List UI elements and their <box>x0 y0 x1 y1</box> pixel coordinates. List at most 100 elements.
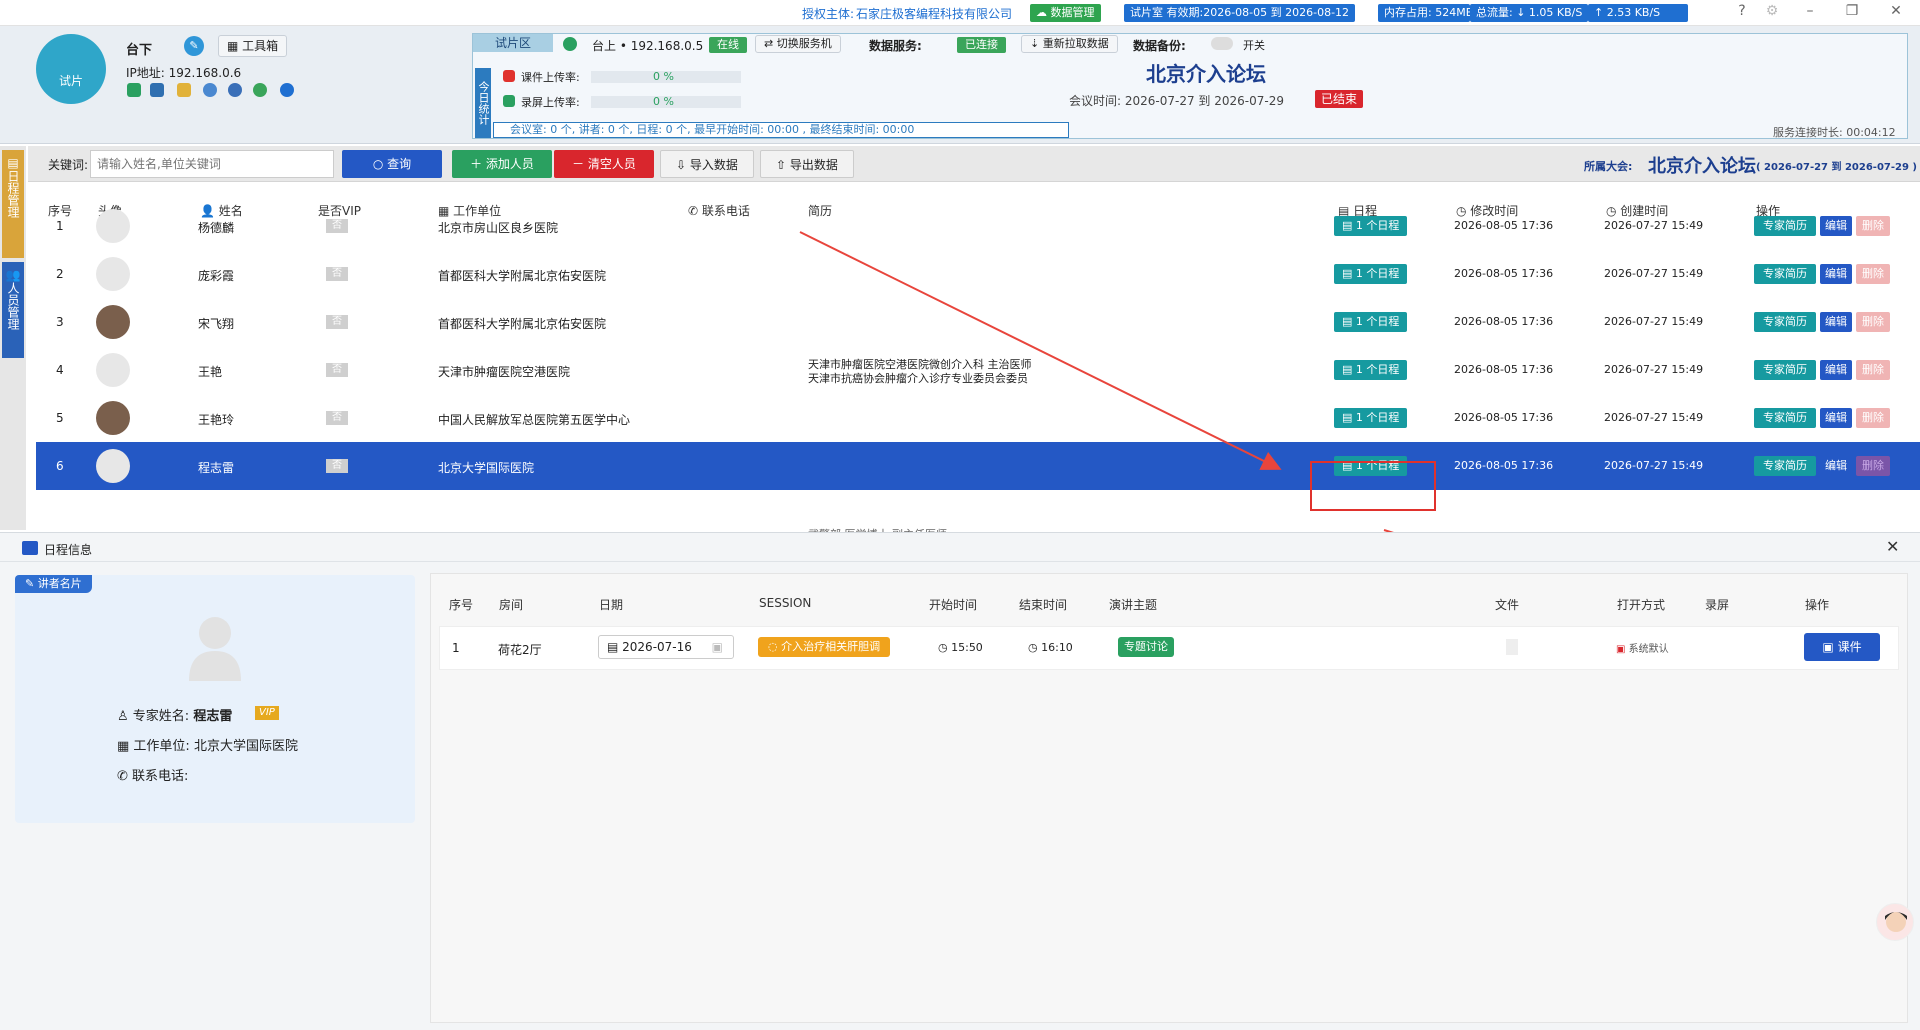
gear-icon[interactable]: ⚙ <box>1758 3 1786 19</box>
row-modified: 2026-08-05 17:36 <box>1454 219 1554 232</box>
edit-button[interactable]: 编辑 <box>1820 264 1852 284</box>
table-row[interactable]: 6 程志雷否北京大学国际医院 ▤ 1 个日程 2026-08-05 17:36 2026… <box>36 442 1920 490</box>
edit-button[interactable]: 编辑 <box>1820 216 1852 236</box>
row-no: 2 <box>56 267 64 281</box>
row-name: 程志雷 <box>198 461 235 475</box>
users-icon: 👥 <box>5 268 21 282</box>
edit-button[interactable]: 编辑 <box>1820 312 1852 332</box>
resume-button[interactable]: 专家简历 <box>1754 408 1816 428</box>
schedule-button[interactable]: ▤ 1 个日程 <box>1334 216 1408 236</box>
delete-button[interactable]: 删除 <box>1856 408 1890 428</box>
expert-name-row: ♙ 专家姓名: 程志雷 <box>117 705 232 724</box>
sidebar-tab-schedule[interactable]: ▤ 日程管理 <box>2 150 24 258</box>
sched-start: ◷ 15:50 <box>938 641 983 654</box>
minimize-icon[interactable]: – <box>1796 3 1824 19</box>
schedule-button[interactable]: ▤ 1 个日程 <box>1334 312 1408 332</box>
wechat-icon[interactable] <box>253 83 267 97</box>
search-icon[interactable] <box>280 83 294 97</box>
sched-date-field[interactable]: ▤ 2026-07-16 ▣ <box>598 635 734 659</box>
table-row[interactable]: 1 杨德麟 否 北京市房山区良乡医院 ▤ 1 个日程 2026-08-05 17:36 20… <box>36 202 1920 250</box>
delete-button[interactable]: 删除 <box>1856 216 1890 236</box>
refetch-button[interactable]: ⇣ 重新拉取数据 <box>1021 35 1118 53</box>
schedule-button-label: 1 个日程 <box>1355 219 1400 232</box>
row-no: 6 <box>56 459 64 473</box>
row-resume-line2: 天津市抗癌协会肿瘤介入诊疗专业委员会委员 <box>808 372 1028 385</box>
license-label: 授权主体: <box>802 7 855 21</box>
edit-icon[interactable]: ✎ <box>184 36 204 56</box>
record-icon <box>503 95 515 107</box>
chat-icon: ◌ <box>768 640 782 653</box>
assistant-face-icon <box>1885 912 1907 932</box>
monitor-icon[interactable] <box>150 83 164 97</box>
delete-button[interactable]: 删除 <box>1856 360 1890 380</box>
resume-button[interactable]: 专家简历 <box>1754 312 1816 332</box>
close-window-icon[interactable]: ✕ <box>1882 3 1910 19</box>
resume-button[interactable]: 专家简历 <box>1754 456 1816 476</box>
add-person-button[interactable]: ＋ 添加人员 <box>452 150 552 178</box>
help-icon[interactable]: ? <box>1728 3 1756 19</box>
schedule-button[interactable]: ▤ 1 个日程 <box>1334 360 1408 380</box>
row-no: 4 <box>56 363 64 377</box>
unit-row: ▦ 工作单位: 北京大学国际医院 <box>117 735 298 754</box>
table-row[interactable]: 3 宋飞翔 否 首都医科大学附属北京佑安医院 ▤ 1 个日程 2026-08-05 17:… <box>36 298 1920 346</box>
delete-button[interactable]: 删除 <box>1856 312 1890 332</box>
edit-button[interactable]: 编辑 <box>1820 456 1852 476</box>
course-button[interactable]: ▣ 课件 <box>1804 633 1880 661</box>
course-icon <box>503 70 515 82</box>
pin-icon: ✎ <box>25 577 38 590</box>
schedule-table: 序号 房间 日期 SESSION 开始时间 结束时间 演讲主题 文件 打开方式 … <box>430 573 1908 1023</box>
network-icon[interactable] <box>228 83 242 97</box>
search-button[interactable]: ○ 查询 <box>342 150 442 178</box>
assistant-avatar[interactable] <box>1876 903 1914 941</box>
table-row[interactable]: 4 王艳否天津市肿瘤医院空港医院 天津市肿瘤医院空港医院微创介入科 主治医师 天津市抗… <box>36 346 1920 394</box>
row-unit: 首都医科大学附属北京佑安医院 <box>438 269 607 283</box>
date-picker-icon[interactable]: ▣ <box>712 640 723 654</box>
sidebar-tab-people[interactable]: 👥 人员管理 <box>2 262 24 358</box>
edit-button[interactable]: 编辑 <box>1820 360 1852 380</box>
clock-icon: ◷ <box>1028 641 1042 654</box>
conference-label: 所属大会: <box>1584 160 1633 173</box>
device-avatar: 试片 <box>36 34 106 104</box>
schedule-panel: 日程信息 ✕ ✎ 讲者名片 ♙ 专家姓名: 程志雷 VIP ▦ 工作单位: 北京… <box>0 532 1920 1030</box>
data-management-button[interactable]: ☁ 数据管理 <box>1030 4 1101 22</box>
row-name: 王艳玲 <box>198 413 235 427</box>
import-button[interactable]: ⇩ 导入数据 <box>660 150 754 178</box>
highlight-schedule-box <box>1310 461 1436 511</box>
conference-title: 北京介入论坛 <box>1146 62 1266 86</box>
toolbox-button[interactable]: ▦ 工具箱 <box>218 35 288 57</box>
delete-button[interactable]: 删除 <box>1856 456 1890 476</box>
people-table: 序号 头像 👤 姓名 是否VIP ▦ 工作单位 ✆ 联系电话 简历 ▤ 日程 ◷… <box>36 186 1920 532</box>
row-created: 2026-07-27 15:49 <box>1604 315 1704 328</box>
row-name: 王艳 <box>198 365 223 379</box>
folder-icon[interactable] <box>177 83 191 97</box>
title-bar: 授权主体: 石家庄极客编程科技有限公司 ☁ 数据管理 试片室 有效期:2026-… <box>0 0 1920 26</box>
sched-open-mode-label: 系统默认 <box>1628 644 1669 655</box>
table-row[interactable]: 5 王艳玲 否 中国人民解放军总医院第五医学中心 ▤ 1 个日程 2026-08-05 1… <box>36 394 1920 442</box>
switch-server-button[interactable]: ⇄ 切换服务机 <box>755 35 841 53</box>
toolbox-label: 工具箱 <box>242 39 279 53</box>
speaker-icon[interactable] <box>127 83 141 97</box>
edit-button[interactable]: 编辑 <box>1820 408 1852 428</box>
resume-button[interactable]: 专家简历 <box>1754 216 1816 236</box>
delete-button[interactable]: 删除 <box>1856 264 1890 284</box>
backup-toggle[interactable] <box>1211 37 1233 50</box>
row-no: 3 <box>56 315 64 329</box>
calendar-icon: ▤ <box>7 156 19 170</box>
search-input[interactable] <box>90 150 334 178</box>
conference-name: 北京介入论坛 <box>1648 156 1756 177</box>
meeting-time: 会议时间: 2026-07-27 到 2026-07-29 <box>1069 94 1284 108</box>
restore-icon[interactable]: ❐ <box>1838 3 1866 19</box>
file-icon <box>1506 639 1518 655</box>
export-icon: ⇧ <box>776 158 790 172</box>
table-row[interactable]: 2 庞彩霞 否 首都医科大学附属北京佑安医院 ▤ 1 个日程 2026-08-05 17:… <box>36 250 1920 298</box>
resume-button[interactable]: 专家简历 <box>1754 264 1816 284</box>
clear-people-button[interactable]: － 清空人员 <box>554 150 654 178</box>
calendar-icon: ▤ <box>1342 411 1356 424</box>
schedule-button[interactable]: ▤ 1 个日程 <box>1334 408 1408 428</box>
resume-button[interactable]: 专家简历 <box>1754 360 1816 380</box>
panel-close-icon[interactable]: ✕ <box>1886 537 1899 556</box>
sched-open-mode[interactable]: ▣ 系统默认 <box>1616 640 1669 655</box>
export-button[interactable]: ⇧ 导出数据 <box>760 150 854 178</box>
schedule-button[interactable]: ▤ 1 个日程 <box>1334 264 1408 284</box>
globe-icon[interactable] <box>203 83 217 97</box>
